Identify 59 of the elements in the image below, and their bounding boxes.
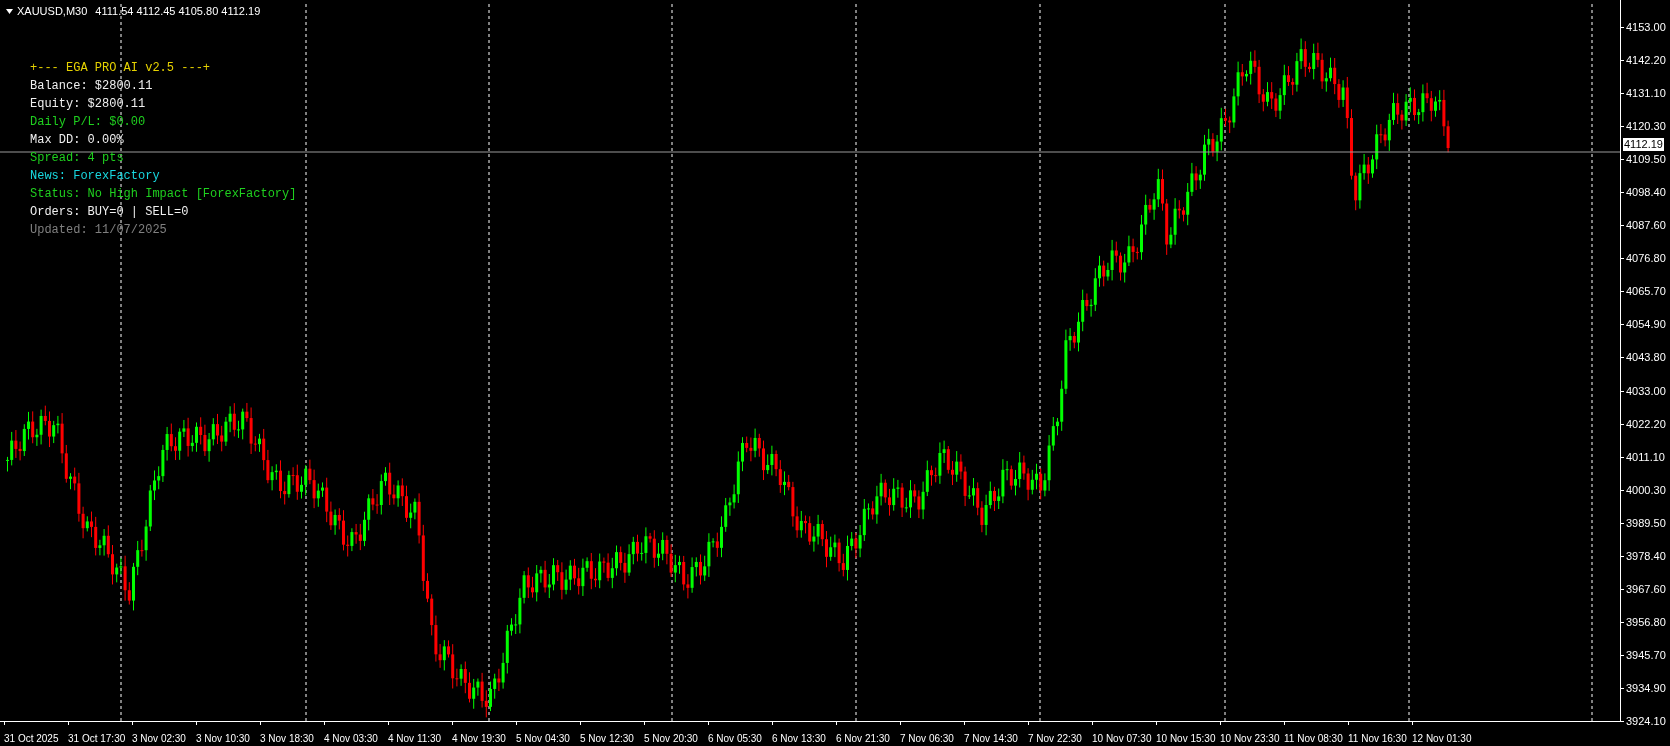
price-axis-label: 3924.10 [1626, 715, 1666, 728]
price-axis-label: 4087.60 [1626, 219, 1666, 233]
time-axis-label: 7 Nov 06:30 [900, 733, 954, 744]
price-axis-label: 4054.90 [1626, 318, 1666, 332]
price-axis-label: 4000.30 [1626, 483, 1666, 497]
time-axis-label: 5 Nov 04:30 [516, 733, 570, 744]
price-axis-label: 3956.80 [1626, 615, 1666, 629]
price-axis-label: 4076.80 [1626, 252, 1666, 266]
time-axis-label: 7 Nov 22:30 [1028, 733, 1082, 744]
info-line: Orders: BUY=0 | SELL=0 [30, 204, 190, 221]
price-axis-label: 4043.80 [1626, 351, 1666, 365]
price-axis-label: 3945.70 [1626, 648, 1666, 662]
symbol-label: XAUUSD,M30 [17, 4, 88, 18]
info-line: Spread: 4 pts [30, 150, 125, 167]
info-line: Status: No High Impact [ForexFactory] [30, 186, 297, 203]
time-axis-label: 6 Nov 21:30 [836, 733, 890, 744]
price-axis-label: 4120.30 [1626, 120, 1666, 134]
price-axis-label: 4065.70 [1626, 285, 1666, 299]
time-axis-label: 6 Nov 05:30 [708, 733, 762, 744]
price-axis-label: 4131.10 [1626, 87, 1666, 101]
price-axis-label: 4011.10 [1626, 450, 1665, 464]
time-axis-label: 10 Nov 23:30 [1220, 733, 1280, 744]
time-axis-label: 11 Nov 08:30 [1284, 733, 1343, 744]
price-axis-label: 4098.40 [1626, 186, 1666, 200]
time-axis-label: 10 Nov 15:30 [1156, 733, 1216, 744]
info-line: News: ForexFactory [30, 168, 161, 185]
time-axis-label: 5 Nov 12:30 [580, 733, 634, 744]
info-line: Max DD: 0.00% [30, 132, 125, 149]
time-axis-label: 31 Oct 17:30 [68, 733, 126, 744]
price-axis-label: 3978.40 [1626, 549, 1666, 563]
info-line: +--- EGA PRO AI v2.5 ---+ [30, 60, 212, 77]
info-line: Equity: $2800.11 [30, 96, 147, 113]
price-axis-label: 3967.60 [1626, 582, 1666, 596]
time-axis-label: 12 Nov 01:30 [1412, 733, 1472, 744]
time-axis-label: 31 Oct 2025 [4, 733, 59, 744]
price-axis-label: 4033.00 [1626, 384, 1666, 398]
price-axis-label: 4153.00 [1626, 21, 1666, 34]
current-price-label: 4112.19 [1623, 138, 1664, 151]
time-axis-label: 3 Nov 02:30 [132, 733, 186, 744]
time-axis-label: 3 Nov 18:30 [260, 733, 314, 744]
info-line: Balance: $2800.11 [30, 78, 154, 95]
time-axis-label: 5 Nov 20:30 [644, 733, 698, 744]
info-line: Daily P/L: $0.00 [30, 114, 147, 131]
time-axis-label: 10 Nov 07:30 [1092, 733, 1152, 744]
time-axis-label: 7 Nov 14:30 [964, 733, 1018, 744]
price-axis-label: 3934.90 [1626, 681, 1666, 695]
info-line: Updated: 11/07/2025 [30, 222, 168, 239]
time-axis-label: 6 Nov 13:30 [772, 733, 826, 744]
time-axis-label: 11 Nov 16:30 [1348, 733, 1407, 744]
time-axis-label: 4 Nov 19:30 [452, 733, 506, 744]
time-axis-label: 3 Nov 10:30 [196, 733, 250, 744]
price-axis-label: 4142.20 [1626, 54, 1666, 68]
price-axis-label: 3989.50 [1626, 516, 1666, 530]
time-axis-label: 4 Nov 11:30 [388, 733, 442, 744]
time-axis-label: 4 Nov 03:30 [324, 733, 378, 744]
price-axis-label: 4022.20 [1626, 417, 1666, 431]
ohlc-values: 4111.54 4112.45 4105.80 4112.19 [95, 4, 261, 18]
price-axis-label: 4109.50 [1626, 153, 1666, 167]
dropdown-triangle-icon[interactable] [6, 8, 13, 14]
